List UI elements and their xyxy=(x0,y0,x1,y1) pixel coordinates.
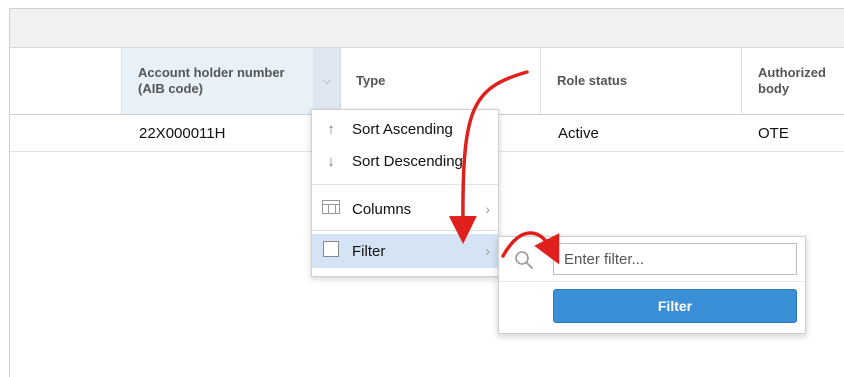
filter-input[interactable] xyxy=(553,243,797,275)
cell-aib-code: 22X000011H xyxy=(139,124,226,142)
menu-divider xyxy=(312,184,498,185)
filter-button[interactable]: Filter xyxy=(553,289,797,323)
menu-divider xyxy=(312,230,498,231)
menu-label-filter: Filter xyxy=(352,242,386,260)
chevron-right-icon: › xyxy=(485,243,490,259)
arrow-up-icon: ↑ xyxy=(327,120,335,138)
filter-submenu: Filter xyxy=(498,236,806,334)
menu-item-columns[interactable]: Columns › xyxy=(312,193,498,225)
chevron-right-icon: › xyxy=(485,201,490,217)
menu-item-sort-descending[interactable]: ↓ Sort Descending xyxy=(312,145,498,177)
header-aib-label: Account holder number (AIB code) xyxy=(138,65,285,96)
header-aib-code[interactable]: Account holder number (AIB code) xyxy=(122,48,314,114)
filter-divider xyxy=(499,281,805,282)
menu-label-sort-ascending: Sort Ascending xyxy=(352,120,453,138)
menu-label-sort-descending: Sort Descending xyxy=(352,152,463,170)
grid-header: Account holder number (AIB code) ⌵ Type … xyxy=(10,48,844,115)
cell-authorized-body: OTE xyxy=(758,124,789,142)
header-role-status[interactable]: Role status xyxy=(541,48,742,114)
header-blank xyxy=(10,48,122,114)
column-menu-trigger[interactable]: ⌵ xyxy=(314,48,341,114)
header-authorized-body[interactable]: Authorized body xyxy=(742,48,844,114)
header-role-status-label: Role status xyxy=(557,73,628,88)
column-menu: ↑ Sort Ascending ↓ Sort Descending Colum… xyxy=(311,109,499,277)
menu-label-columns: Columns xyxy=(352,200,412,218)
header-authorized-body-label: Authorized body xyxy=(758,65,826,96)
cell-role-status: Active xyxy=(558,124,599,142)
header-type[interactable]: Type xyxy=(340,48,541,114)
header-type-label: Type xyxy=(356,73,386,88)
chevron-down-icon: ⌵ xyxy=(322,74,332,87)
menu-item-filter[interactable]: Filter › xyxy=(312,234,498,268)
grid-toolbar xyxy=(10,9,844,48)
filter-checkbox[interactable] xyxy=(320,241,342,261)
menu-item-sort-ascending[interactable]: ↑ Sort Ascending xyxy=(312,113,498,145)
arrow-down-icon: ↓ xyxy=(327,152,335,170)
columns-icon xyxy=(320,200,342,218)
search-icon xyxy=(515,251,533,269)
